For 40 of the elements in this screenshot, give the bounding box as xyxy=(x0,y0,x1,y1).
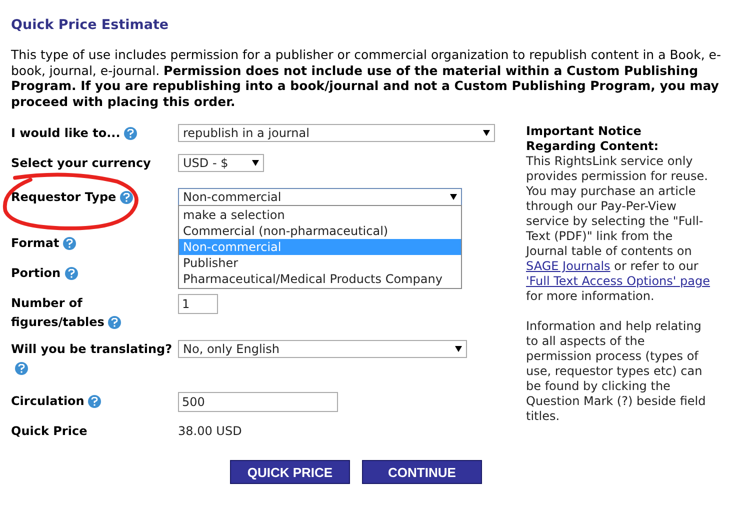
caret-icon xyxy=(483,130,490,136)
caret-icon xyxy=(455,346,462,352)
notice-link[interactable]: SAGE Journals xyxy=(526,259,610,274)
field-label: Quick Price xyxy=(11,424,88,438)
select-dropdown[interactable]: USD - $ xyxy=(178,154,264,172)
dropdown-option[interactable]: Commercial (non-pharmaceutical) xyxy=(179,223,461,240)
action-button[interactable]: CONTINUE xyxy=(362,460,482,484)
field-label: I would like to... xyxy=(11,126,120,140)
help-icon[interactable] xyxy=(64,267,78,280)
help-icon[interactable] xyxy=(108,316,122,330)
help-icon[interactable] xyxy=(63,237,76,250)
help-icon[interactable] xyxy=(88,395,102,408)
select-dropdown[interactable]: Non-commercial xyxy=(178,188,462,206)
field-label: Portion xyxy=(11,266,61,280)
page-title: Quick Price Estimate xyxy=(11,16,170,35)
select-dropdown[interactable]: republish in a journal xyxy=(178,124,495,142)
text-input[interactable]: 1 xyxy=(178,294,218,314)
caret-icon xyxy=(252,160,259,166)
help-paragraph: Information and help relating to all aspects of the permission process (types of use, requestor types etc) can be found by clicking the Question Mark (?) beside field titles. xyxy=(526,319,707,424)
help-icon[interactable] xyxy=(124,127,138,140)
dropdown-option[interactable]: make a selection xyxy=(179,207,461,224)
select-dropdown[interactable]: No, only English xyxy=(178,340,467,358)
dropdown-option[interactable]: Pharmaceutical/Medical Products Company xyxy=(179,271,461,288)
help-icon[interactable] xyxy=(15,362,28,376)
caret-icon xyxy=(450,194,457,200)
dropdown-option[interactable]: Publisher xyxy=(179,255,461,272)
notice-paragraph: This RightsLink service only provides permission for reuse. You may purchase an article through our Pay-Per-View service by selecting the "Full-Text (PDF)" link from the Journal table of contents on SAGE Journals or refer to our 'Full Text Access Options' page for more information. xyxy=(526,154,711,304)
text-input[interactable]: 500 xyxy=(178,392,338,412)
field-label: Will you be translating? xyxy=(11,342,172,356)
field-label: Select your currency xyxy=(11,156,151,170)
field-label: Format xyxy=(11,236,60,250)
field-label: Number of figures/tables xyxy=(11,296,104,330)
field-label: Requestor Type xyxy=(11,190,116,204)
field-label: Circulation xyxy=(11,394,84,408)
intro-paragraph: This type of use includes permission for a publisher or commercial organization to republish content in a Book, e-book, journal, e-journal. Permission does not include use of the material within a Custom Publishing Program. If you are republishing into a book/journal and not a Custom Publishing Program, you may proceed with placing this order. xyxy=(11,47,722,110)
notice-heading: Important Notice Regarding Content: xyxy=(526,124,660,154)
help-icon[interactable] xyxy=(120,191,134,204)
price-value: 38.00 USD xyxy=(178,424,242,438)
notice-link[interactable]: 'Full Text Access Options' page xyxy=(526,274,710,288)
action-button[interactable]: QUICK PRICE xyxy=(230,460,350,484)
